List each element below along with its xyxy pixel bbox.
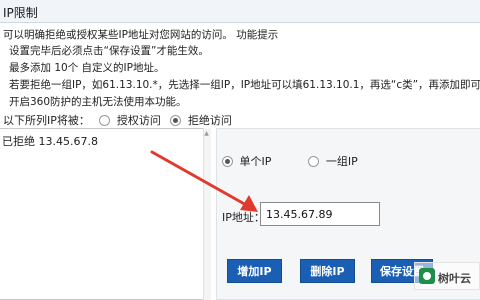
add-ip-button[interactable]: 增加IP xyxy=(227,259,282,283)
single-ip-radio[interactable] xyxy=(222,155,233,167)
scroll-up-arrow-icon[interactable]: ▲ xyxy=(203,130,210,138)
notice-line-5: 开启360防护的主机无法使用本功能。 xyxy=(9,96,187,108)
leaf-logo-icon xyxy=(419,268,435,284)
notice-line-4: 若要拒绝一组IP，如61.13.10.*，先选择一组IP，IP地址可以填61.1… xyxy=(9,79,480,91)
notice-line-3: 最多添加 10个 自定义的IP地址。 xyxy=(9,62,165,74)
watermark-text: 树叶云 xyxy=(438,272,471,285)
group-ip-label[interactable]: 一组IP xyxy=(326,153,358,169)
ip-list-box[interactable]: 已拒绝 13.45.67.8 xyxy=(0,128,210,300)
notice-line-2: 设置完毕后必须点击“保存设置”才能生效。 xyxy=(9,45,209,57)
access-mode-prefix: 以下所列IP将被： xyxy=(3,114,90,127)
ip-list-item[interactable]: 已拒绝 13.45.67.8 xyxy=(2,133,98,149)
ip-address-input[interactable] xyxy=(260,202,380,226)
ip-address-label: IP地址： xyxy=(222,211,265,224)
delete-ip-button[interactable]: 删除IP xyxy=(300,259,355,283)
allow-access-label[interactable]: 授权访问 xyxy=(117,112,161,128)
deny-access-radio[interactable] xyxy=(170,114,182,126)
ip-list-scrollbar[interactable] xyxy=(203,128,211,300)
access-mode-row: 以下所列IP将被： 授权访问 拒绝访问 xyxy=(3,112,232,128)
single-ip-label[interactable]: 单个IP xyxy=(240,153,272,169)
watermark: 树叶云 xyxy=(414,262,480,290)
ip-type-row: 单个IP 一组IP xyxy=(220,153,358,169)
group-ip-radio[interactable] xyxy=(308,155,320,167)
notice-line-1: 可以明确拒绝或授权某些IP地址对您网站的访问。 功能提示 xyxy=(3,29,279,41)
window-titlebar: IP限制 xyxy=(0,0,480,23)
deny-access-label[interactable]: 拒绝访问 xyxy=(188,112,232,128)
allow-access-radio[interactable] xyxy=(99,114,111,126)
window-title: IP限制 xyxy=(3,6,38,20)
